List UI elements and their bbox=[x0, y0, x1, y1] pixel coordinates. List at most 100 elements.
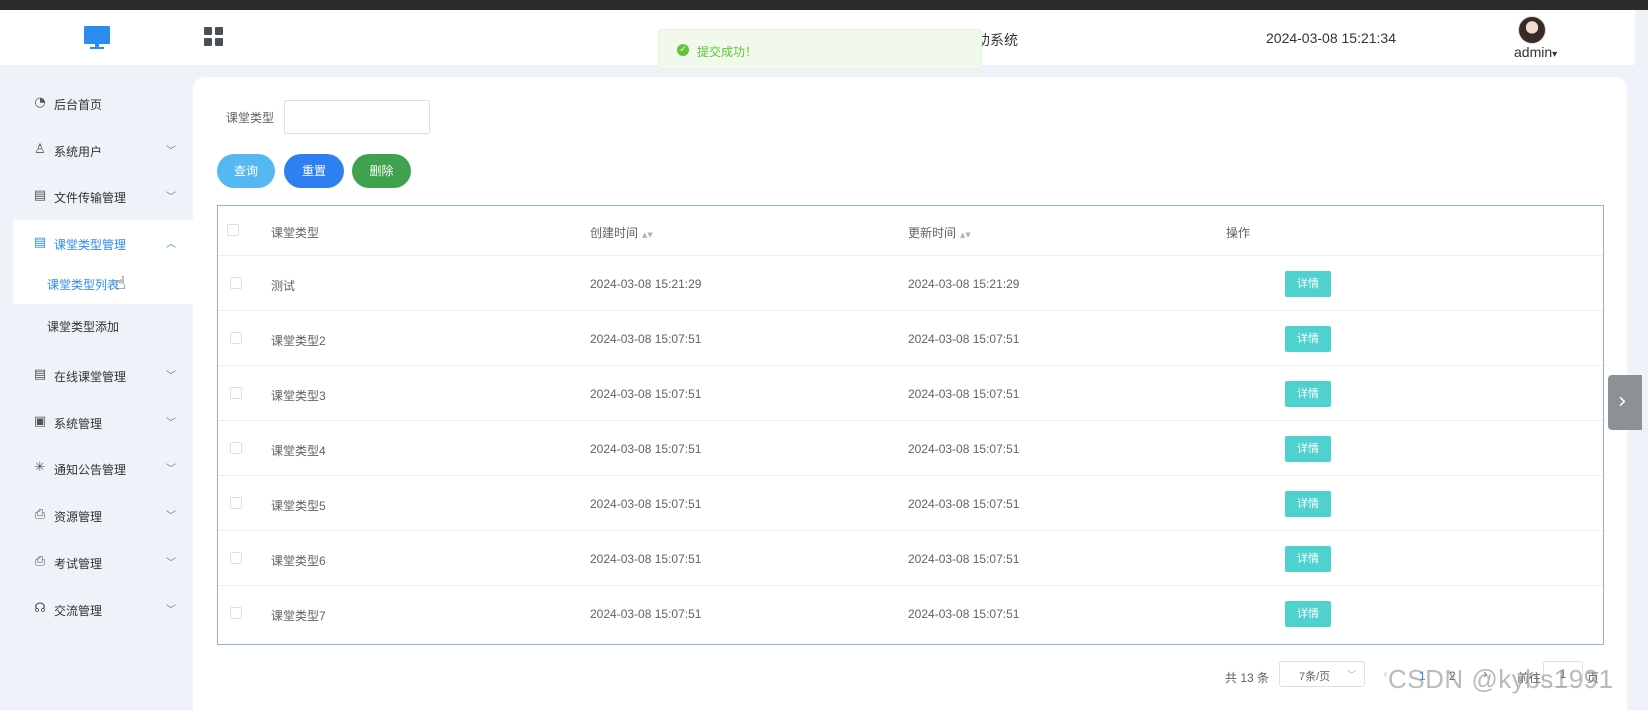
sidebar-item-label: 考试管理 bbox=[54, 557, 103, 571]
table-row: 测试 2024-03-08 15:21:29 2024-03-08 15:21:29… bbox=[218, 256, 1603, 311]
submenu-item-label: 课堂类型列表 bbox=[47, 278, 120, 292]
headset-icon: ☊ bbox=[34, 601, 46, 616]
sidebar-item[interactable]: ▤ 文件传输管理 ﹀ bbox=[13, 173, 193, 219]
sidebar-item[interactable]: ▤ 课堂类型管理 ︿ bbox=[13, 220, 193, 262]
cell-type: 课堂类型3 bbox=[271, 389, 326, 403]
table-row: 课堂类型5 2024-03-08 15:07:51 2024-03-08 15:07… bbox=[218, 476, 1603, 531]
chevron-icon: ﹀ bbox=[166, 464, 176, 475]
column-header-updated[interactable]: 更新时间 ▲▼ bbox=[908, 224, 971, 241]
cell-type: 课堂类型4 bbox=[271, 444, 326, 458]
submenu-item[interactable]: 课堂类型添加 bbox=[13, 304, 193, 346]
id-card-icon: ▤ bbox=[33, 235, 47, 250]
row-checkbox[interactable] bbox=[230, 277, 242, 289]
cell-updated: 2024-03-08 15:07:51 bbox=[908, 442, 1020, 456]
cell-created: 2024-03-08 15:07:51 bbox=[590, 607, 702, 621]
sidebar-item[interactable]: ♙ 系统用户 ﹀ bbox=[13, 127, 193, 173]
cell-created: 2024-03-08 15:07:51 bbox=[590, 497, 702, 511]
sidebar-item-label: 交流管理 bbox=[54, 604, 103, 618]
table-row: 课堂类型7 2024-03-08 15:07:51 2024-03-08 15:07… bbox=[218, 586, 1603, 641]
chevron-icon: ﹀ bbox=[166, 192, 176, 203]
delete-button[interactable]: 删除 bbox=[352, 154, 411, 188]
sort-icon[interactable]: ▲▼ bbox=[642, 231, 653, 239]
cell-created: 2024-03-08 15:07:51 bbox=[590, 332, 702, 346]
row-checkbox[interactable] bbox=[230, 442, 242, 454]
sidebar-item-label: 系统管理 bbox=[54, 417, 103, 431]
table-header: 课堂类型 创建时间 ▲▼ 更新时间 ▲▼ 操作 bbox=[218, 206, 1603, 256]
row-checkbox[interactable] bbox=[230, 497, 242, 509]
sidebar-item-label: 资源管理 bbox=[54, 510, 103, 524]
username: admin bbox=[1514, 44, 1553, 60]
sidebar-item[interactable]: ☊ 交流管理 ﹀ bbox=[13, 586, 193, 632]
sidebar-item[interactable]: ▤ 在线课堂管理 ﹀ bbox=[13, 352, 193, 398]
reset-button[interactable]: 重置 bbox=[284, 154, 344, 188]
submenu-item[interactable]: 课堂类型列表 bbox=[13, 262, 193, 304]
id-card-icon: ▤ bbox=[33, 367, 47, 382]
sort-icon[interactable]: ▲▼ bbox=[960, 231, 971, 239]
table-row: 课堂类型4 2024-03-08 15:07:51 2024-03-08 15:07… bbox=[218, 421, 1603, 476]
detail-button[interactable]: 详情 bbox=[1285, 326, 1331, 352]
column-header-type: 课堂类型 bbox=[271, 226, 320, 240]
current-datetime: 2024-03-08 15:21:34 bbox=[1266, 30, 1396, 46]
column-header-created[interactable]: 创建时间 ▲▼ bbox=[590, 224, 653, 241]
chevron-icon: ﹀ bbox=[166, 371, 176, 382]
table-row: 课堂类型3 2024-03-08 15:07:51 2024-03-08 15:07… bbox=[218, 366, 1603, 421]
window-top-strip bbox=[0, 0, 1648, 10]
printer-icon: ⎙ bbox=[34, 507, 46, 522]
detail-button[interactable]: 详情 bbox=[1285, 601, 1331, 627]
chevron-icon: ﹀ bbox=[166, 511, 176, 522]
column-header-updated-label: 更新时间 bbox=[908, 226, 957, 240]
folder-check-icon: ▣ bbox=[33, 414, 47, 429]
row-checkbox[interactable] bbox=[230, 332, 242, 344]
chevron-icon: ﹀ bbox=[166, 146, 176, 157]
cell-created: 2024-03-08 15:21:29 bbox=[590, 277, 702, 291]
cell-created: 2024-03-08 15:07:51 bbox=[590, 387, 702, 401]
class-type-search-input[interactable] bbox=[284, 100, 430, 134]
sun-icon: ✳ bbox=[34, 460, 46, 475]
main-content: 课堂类型 查询 重置 删除 课堂类型 创建时间 ▲▼ 更新时间 ▲▼ 操作 测试 20… bbox=[193, 77, 1627, 710]
detail-button[interactable]: 详情 bbox=[1285, 381, 1331, 407]
search-label: 课堂类型 bbox=[226, 111, 275, 125]
hand-pointer-cursor-icon: ☝ bbox=[115, 273, 126, 294]
table-row: 课堂类型2 2024-03-08 15:07:51 2024-03-08 15:07… bbox=[218, 311, 1603, 366]
chevron-icon: ﹀ bbox=[166, 605, 176, 616]
row-checkbox[interactable] bbox=[230, 607, 242, 619]
user-menu[interactable]: admin▾ bbox=[1514, 44, 1557, 60]
detail-button[interactable]: 详情 bbox=[1285, 546, 1331, 572]
sidebar-item[interactable]: ▣ 系统管理 ﹀ bbox=[13, 399, 193, 445]
query-button[interactable]: 查询 bbox=[217, 154, 275, 188]
cell-updated: 2024-03-08 15:07:51 bbox=[908, 332, 1020, 346]
apps-grid-icon[interactable] bbox=[204, 27, 223, 46]
cell-created: 2024-03-08 15:07:51 bbox=[590, 552, 702, 566]
cell-updated: 2024-03-08 15:07:51 bbox=[908, 387, 1020, 401]
chevron-icon: ﹀ bbox=[166, 558, 176, 569]
sidebar-item[interactable]: ◔ 后台首页 bbox=[13, 80, 193, 126]
sidebar-item[interactable]: ⎙ 资源管理 ﹀ bbox=[13, 492, 193, 538]
row-checkbox[interactable] bbox=[230, 387, 242, 399]
sidebar-menu: ◔ 后台首页 ♙ 系统用户 ﹀ ▤ 文件传输管理 ﹀ ▤ 课堂类型管理 ︿ ▤ 在线课堂管理 ﹀ ▣ 系统管理… bbox=[0, 65, 193, 710]
sidebar-item[interactable]: ✳ 通知公告管理 ﹀ bbox=[13, 445, 193, 491]
cell-updated: 2024-03-08 15:21:29 bbox=[908, 277, 1020, 291]
cell-created: 2024-03-08 15:07:51 bbox=[590, 442, 702, 456]
column-header-created-label: 创建时间 bbox=[590, 226, 639, 240]
success-toast: ✓ 提交成功！ bbox=[658, 29, 982, 70]
detail-button[interactable]: 详情 bbox=[1285, 436, 1331, 462]
sidebar-item-label: 在线课堂管理 bbox=[54, 370, 127, 384]
sidebar-item-label: 课堂类型管理 bbox=[54, 238, 127, 252]
chevron-icon: ﹀ bbox=[166, 418, 176, 429]
select-all-checkbox[interactable] bbox=[227, 224, 239, 236]
sidebar-item[interactable]: ⎙ 考试管理 ﹀ bbox=[13, 539, 193, 585]
side-drawer-toggle[interactable]: › bbox=[1608, 375, 1642, 430]
sidebar-item-label: 通知公告管理 bbox=[54, 463, 127, 477]
page-size-select[interactable]: 7条/页 ﹀ bbox=[1279, 661, 1365, 687]
cell-type: 课堂类型6 bbox=[271, 554, 326, 568]
total-count: 共 13 条 bbox=[1225, 671, 1270, 685]
user-icon: ♙ bbox=[34, 142, 46, 157]
row-checkbox[interactable] bbox=[230, 552, 242, 564]
user-avatar[interactable] bbox=[1518, 16, 1546, 44]
chevron-down-icon: ﹀ bbox=[1347, 671, 1357, 681]
class-type-table: 课堂类型 创建时间 ▲▼ 更新时间 ▲▼ 操作 测试 2024-03-08 15:21… bbox=[217, 205, 1604, 645]
cell-type: 课堂类型2 bbox=[271, 334, 326, 348]
detail-button[interactable]: 详情 bbox=[1285, 491, 1331, 517]
monitor-logo-icon bbox=[84, 26, 110, 49]
detail-button[interactable]: 详情 bbox=[1285, 271, 1331, 297]
